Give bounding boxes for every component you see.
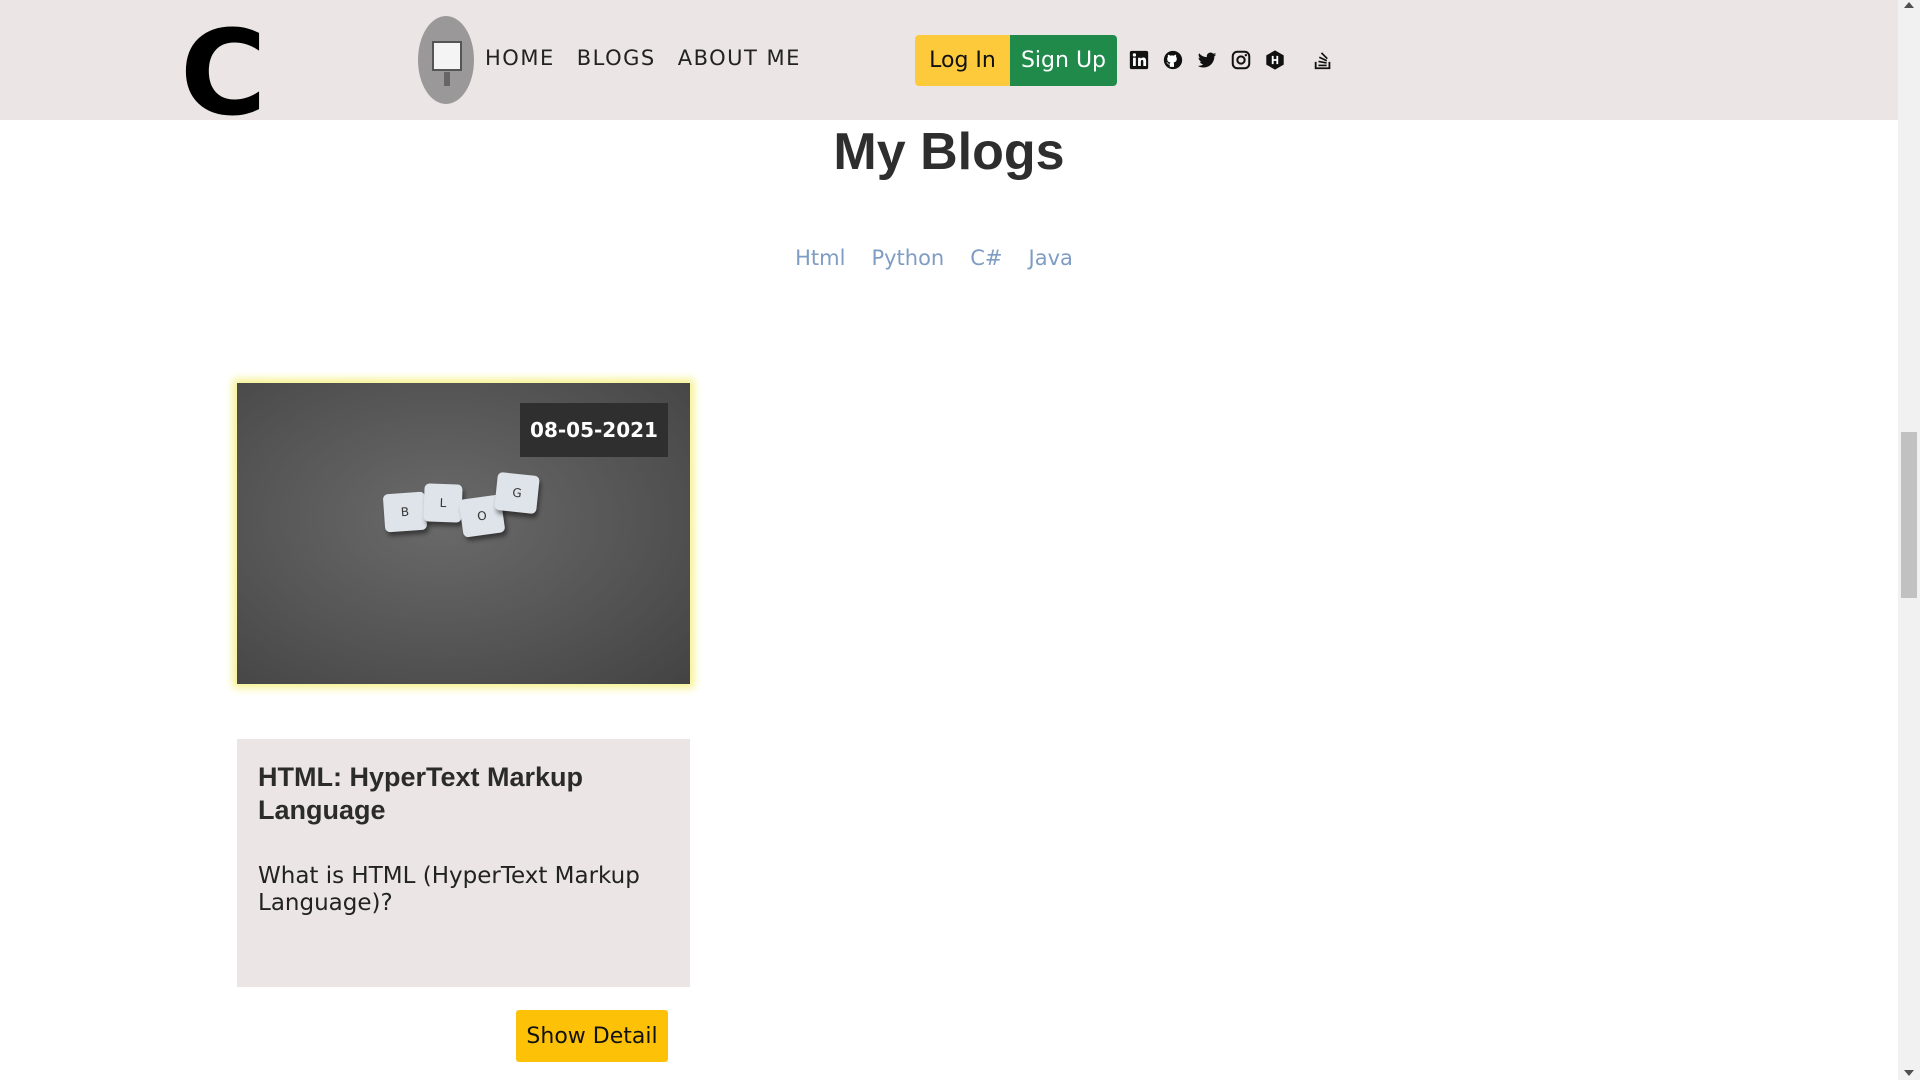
category-python[interactable]: Python <box>871 246 944 270</box>
nav-home[interactable]: HOME <box>485 46 555 70</box>
social-links <box>1128 49 1334 71</box>
nav-blogs[interactable]: BLOGS <box>577 46 656 70</box>
stackoverflow-icon[interactable] <box>1312 49 1334 71</box>
image-tile: G <box>494 471 540 515</box>
scroll-up-arrow-icon[interactable] <box>1904 2 1914 8</box>
github-icon[interactable] <box>1162 49 1184 71</box>
category-csharp[interactable]: C# <box>970 246 1002 270</box>
category-filter: Html Python C# Java <box>0 246 1898 270</box>
site-header: C HOME BLOGS ABOUT ME Log In Sign Up <box>0 0 1898 132</box>
page-title: My Blogs <box>833 123 1065 181</box>
hashnode-icon[interactable] <box>1264 49 1286 71</box>
category-java[interactable]: Java <box>1029 246 1073 270</box>
monitor-stand <box>444 72 450 86</box>
nav-about-me[interactable]: ABOUT ME <box>678 46 801 70</box>
post-date-badge: 08-05-2021 <box>520 403 668 457</box>
scroll-down-arrow-icon[interactable] <box>1904 1070 1914 1076</box>
main-nav: HOME BLOGS ABOUT ME <box>485 46 823 70</box>
auth-buttons: Log In Sign Up <box>915 35 1117 86</box>
site-logo[interactable]: C <box>180 14 267 132</box>
show-detail-button[interactable]: Show Detail <box>516 1010 668 1062</box>
twitter-icon[interactable] <box>1196 49 1218 71</box>
login-button[interactable]: Log In <box>915 35 1010 86</box>
image-tile: B <box>382 491 428 533</box>
image-tile: L <box>423 483 463 523</box>
instagram-icon[interactable] <box>1230 49 1252 71</box>
post-title[interactable]: HTML: HyperText Markup Language <box>258 761 669 827</box>
monitor-icon <box>432 41 462 71</box>
avatar <box>418 16 474 104</box>
scroll-thumb[interactable] <box>1901 432 1917 598</box>
page-scrollbar[interactable] <box>1898 0 1920 1080</box>
linkedin-icon[interactable] <box>1128 49 1150 71</box>
post-description: What is HTML (HyperText Markup Language)… <box>258 863 640 916</box>
signup-button[interactable]: Sign Up <box>1010 35 1117 86</box>
category-html[interactable]: Html <box>795 246 845 270</box>
blog-post-image[interactable]: 08-05-2021 B L O G <box>237 383 690 684</box>
blog-post-card: HTML: HyperText Markup Language What is … <box>237 739 690 987</box>
